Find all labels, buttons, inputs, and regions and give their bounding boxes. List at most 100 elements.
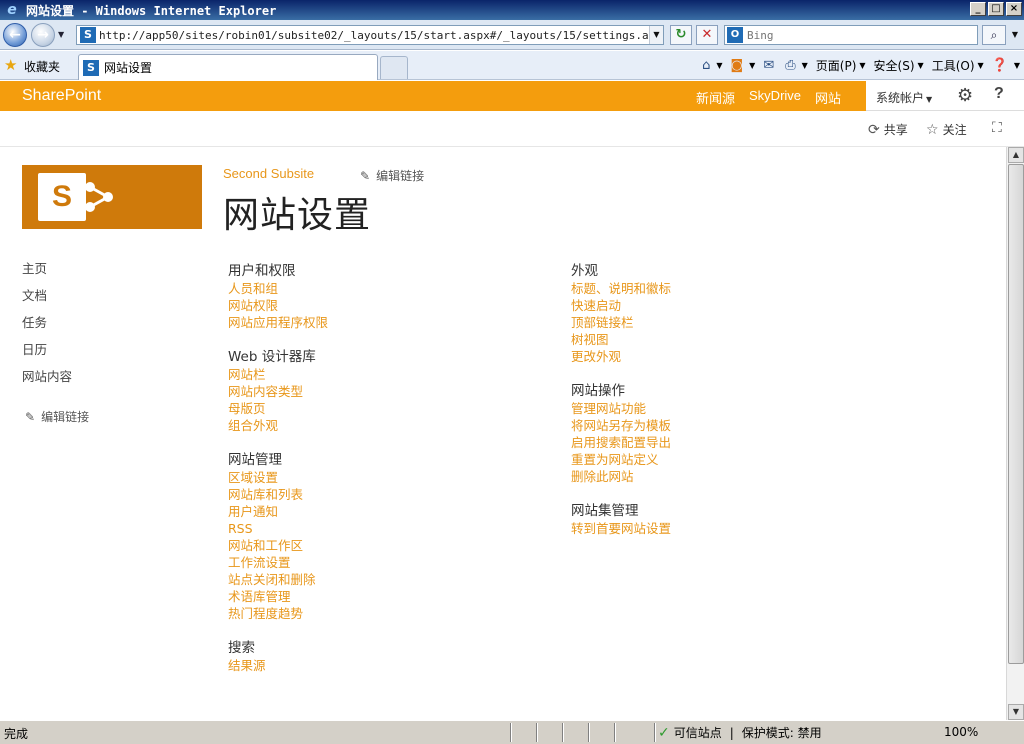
settings-link[interactable]: 树视图 [571, 332, 671, 349]
breadcrumb-site-link[interactable]: Second Subsite [223, 166, 314, 181]
favorites-label[interactable]: 收藏夹 [24, 58, 60, 75]
tab-title: 网站设置 [104, 61, 153, 75]
settings-link[interactable]: 站点关闭和删除 [228, 572, 328, 589]
settings-link[interactable]: 网站内容类型 [228, 384, 328, 401]
follow-button[interactable]: ☆ 关注 [926, 121, 967, 138]
maximize-icon[interactable]: □ [988, 2, 1004, 16]
gear-icon[interactable]: ⚙ [957, 85, 973, 106]
settings-link[interactable]: 启用搜索配置导出 [571, 435, 671, 452]
settings-link[interactable]: 网站栏 [228, 367, 328, 384]
feeds-button[interactable]: ◙ ▼ [731, 58, 756, 73]
settings-link[interactable]: 结果源 [228, 658, 328, 675]
page-title: 网站设置 [223, 195, 372, 236]
star-icon: ☆ [926, 121, 939, 138]
help-menu[interactable]: ❓ ▼ [992, 58, 1020, 73]
settings-link[interactable]: 标题、说明和徽标 [571, 281, 671, 298]
settings-link[interactable]: 人员和组 [228, 281, 328, 298]
search-box[interactable]: O [724, 25, 978, 45]
settings-link[interactable]: 组合外观 [228, 418, 328, 435]
settings-link[interactable]: 管理网站功能 [571, 401, 671, 418]
settings-link[interactable]: 母版页 [228, 401, 328, 418]
section-title: 网站管理 [228, 452, 282, 468]
home-button[interactable]: ⌂ ▼ [702, 58, 722, 73]
ribbon-bar: ⟳ 共享 ☆ 关注 ⛶ [0, 111, 1024, 147]
back-button[interactable]: ← [3, 23, 27, 47]
suite-bar: SharePoint 新闻源 SkyDrive 网站 系统帐户 ▼ ⚙ ? [0, 81, 1024, 114]
ie-logo-icon: e [7, 2, 17, 18]
print-icon: ⎙ [785, 58, 796, 73]
settings-link[interactable]: 网站应用程序权限 [228, 315, 328, 332]
sharepoint-brand[interactable]: SharePoint [22, 87, 101, 105]
minimize-icon[interactable]: _ [970, 2, 986, 16]
outlook-search-provider-icon: O [727, 27, 743, 43]
settings-link[interactable]: 重置为网站定义 [571, 452, 671, 469]
settings-link[interactable]: 快速启动 [571, 298, 671, 315]
refresh-button[interactable]: ↻ [670, 25, 692, 45]
user-area: 系统帐户 ▼ ⚙ ? [866, 81, 1024, 111]
print-button[interactable]: ⎙ ▼ [785, 58, 808, 73]
mail-button[interactable]: ✉ [763, 58, 777, 73]
sharepoint-favicon-icon: S [83, 59, 99, 76]
search-icon[interactable]: ⌕ [982, 25, 1006, 45]
scroll-thumb[interactable] [1008, 164, 1024, 664]
address-url[interactable]: http://app50/sites/robin01/subsite02/_la… [99, 29, 649, 42]
settings-link[interactable]: 用户通知 [228, 504, 328, 521]
page-menu[interactable]: 页面(P) ▼ [816, 57, 866, 74]
settings-link[interactable]: 术语库管理 [228, 589, 328, 606]
address-dropdown-icon[interactable]: ▼ [649, 26, 663, 44]
edit-links-left[interactable]: ✎ 编辑链接 [25, 408, 89, 425]
focus-content-icon[interactable]: ⛶ [992, 120, 1002, 136]
forward-button[interactable]: → [31, 23, 55, 47]
browser-tab[interactable]: S 网站设置 [78, 54, 378, 80]
vertical-scrollbar[interactable]: ▲ ▼ [1006, 147, 1024, 720]
close-icon[interactable]: × [1006, 2, 1022, 16]
status-text: 完成 [4, 727, 29, 741]
settings-link[interactable]: 工作流设置 [228, 555, 328, 572]
address-bar[interactable]: S http://app50/sites/robin01/subsite02/_… [76, 25, 664, 45]
settings-link[interactable]: 删除此网站 [571, 469, 671, 486]
new-tab-button[interactable] [380, 56, 408, 79]
quicklaunch-item-calendar[interactable]: 日历 [22, 342, 72, 369]
settings-link[interactable]: RSS [228, 521, 328, 538]
section-title: Web 设计器库 [228, 349, 316, 365]
settings-link[interactable]: 顶部链接栏 [571, 315, 671, 332]
site-logo[interactable]: S [22, 165, 202, 229]
quick-launch: 主页 文档 任务 日历 网站内容 [22, 261, 72, 396]
settings-link[interactable]: 网站库和列表 [228, 487, 328, 504]
quicklaunch-item-documents[interactable]: 文档 [22, 288, 72, 315]
window-title-bar: e 网站设置 - Windows Internet Explorer _ □ × [0, 0, 1024, 20]
sharepoint-logo-icon: S [38, 173, 86, 221]
quicklaunch-item-tasks[interactable]: 任务 [22, 315, 72, 342]
user-menu[interactable]: 系统帐户 ▼ [876, 89, 932, 106]
share-button[interactable]: ⟳ 共享 [868, 121, 908, 138]
search-input[interactable] [747, 28, 947, 42]
favorites-star-icon[interactable]: ★ [4, 57, 17, 73]
search-options-dropdown-icon[interactable]: ▼ [1008, 25, 1022, 45]
history-dropdown-icon[interactable]: ▼ [58, 30, 64, 39]
settings-link[interactable]: 区域设置 [228, 470, 328, 487]
edit-links-top[interactable]: ✎ 编辑链接 [360, 167, 424, 184]
scroll-up-icon[interactable]: ▲ [1008, 147, 1024, 163]
scroll-down-icon[interactable]: ▼ [1008, 704, 1024, 720]
section-site-collection-admin: 网站集管理 转到首要网站设置 [571, 503, 671, 538]
tools-menu[interactable]: 工具(O) ▼ [932, 57, 984, 74]
settings-link[interactable]: 将网站另存为模板 [571, 418, 671, 435]
help-icon[interactable]: ? [994, 85, 1004, 103]
share-icon: ⟳ [868, 121, 880, 138]
stop-button[interactable]: ✕ [696, 25, 718, 45]
settings-link[interactable]: 转到首要网站设置 [571, 521, 671, 538]
section-title: 外观 [571, 263, 598, 279]
home-icon: ⌂ [702, 58, 711, 73]
protected-mode-status: 保护模式: 禁用 [741, 726, 822, 740]
security-zone[interactable]: ✓ 可信站点 | 保护模式: 禁用 [658, 724, 822, 741]
quicklaunch-item-site-contents[interactable]: 网站内容 [22, 369, 72, 396]
settings-link[interactable]: 网站权限 [228, 298, 328, 315]
section-title: 网站操作 [571, 383, 625, 399]
safety-menu[interactable]: 安全(S) ▼ [874, 57, 924, 74]
quicklaunch-item-home[interactable]: 主页 [22, 261, 72, 288]
settings-link[interactable]: 热门程度趋势 [228, 606, 328, 623]
settings-link[interactable]: 更改外观 [571, 349, 671, 366]
settings-column-left: 用户和权限 人员和组 网站权限 网站应用程序权限 Web 设计器库 网站栏 网站… [228, 263, 328, 692]
zoom-level[interactable]: 100% [944, 725, 978, 739]
settings-link[interactable]: 网站和工作区 [228, 538, 328, 555]
